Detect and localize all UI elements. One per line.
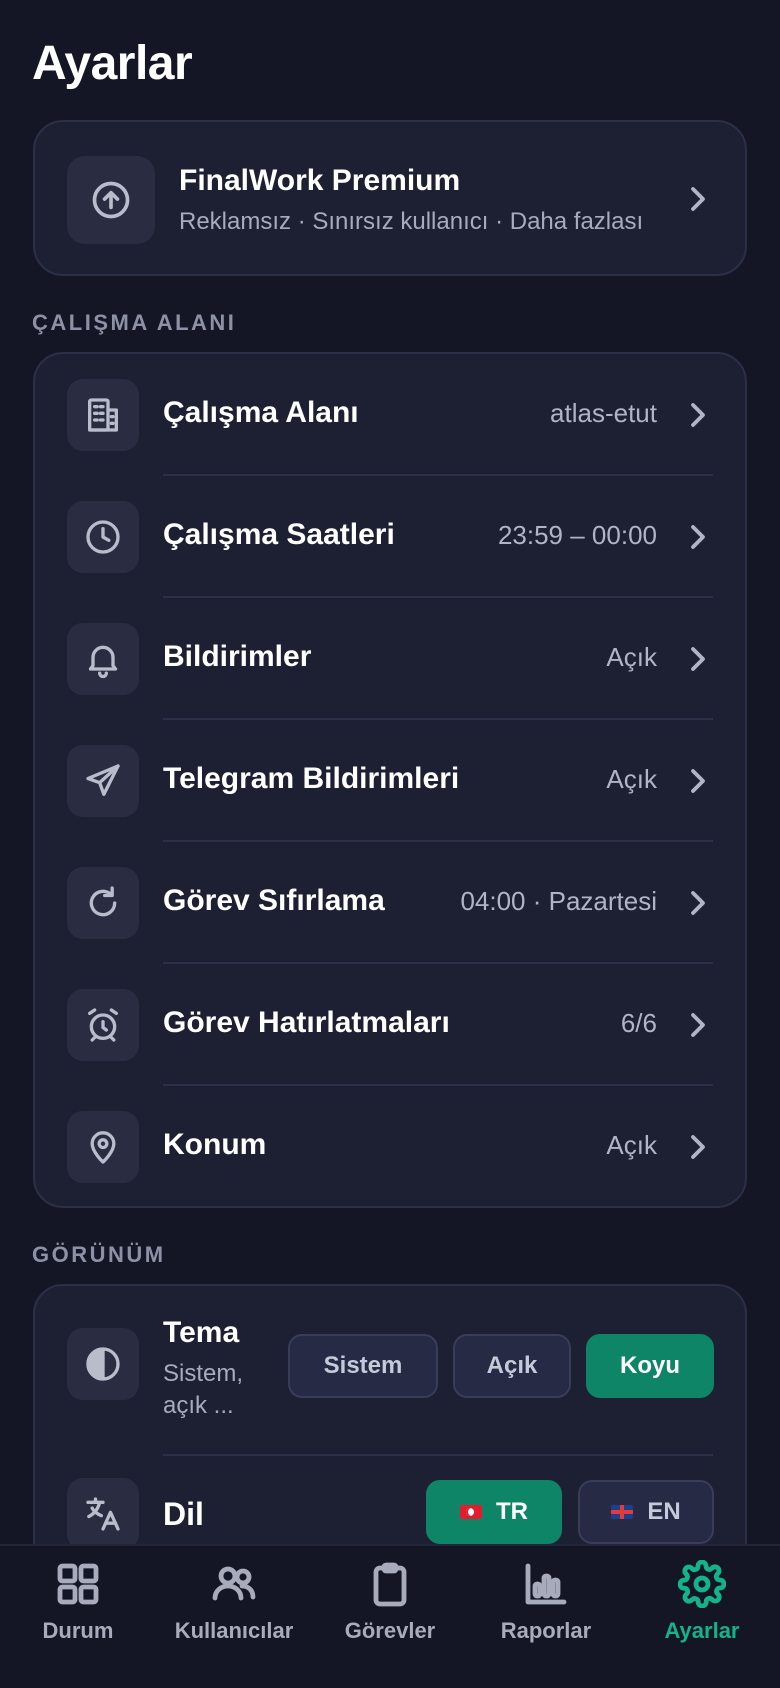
grid-icon [57, 1563, 99, 1605]
send-icon [67, 745, 139, 817]
refresh-icon [67, 867, 139, 939]
tab-gorevler[interactable]: Görevler [312, 1560, 468, 1660]
chevron-right-icon [687, 1010, 709, 1037]
settings-row-location[interactable]: Konum Açık [35, 1086, 745, 1208]
bar-chart-icon [525, 1563, 567, 1605]
arrow-up-circle-icon [67, 156, 155, 244]
settings-row-workspace[interactable]: Çalışma Alanı atlas-etut [35, 354, 745, 476]
section-label-appearance: GÖRÜNÜM [32, 1242, 166, 1267]
theme-option-light[interactable]: Açık [453, 1334, 571, 1398]
language-option-tr[interactable]: TR [426, 1480, 562, 1544]
tab-ayarlar[interactable]: Ayarlar [624, 1560, 780, 1660]
language-option-label: EN [647, 1498, 681, 1525]
building-icon [67, 379, 139, 451]
settings-row-task-reset[interactable]: Görev Sıfırlama 04:00 · Pazartesi [35, 842, 745, 964]
turkey-flag-icon [460, 1505, 482, 1519]
bell-icon [67, 623, 139, 695]
row-label: Görev Hatırlatmaları [163, 1006, 450, 1039]
alarm-clock-icon [67, 989, 139, 1061]
premium-subtitle: Reklamsız · Sınırsız kullanıcı · Daha fa… [179, 208, 644, 235]
chevron-right-icon [687, 766, 709, 793]
uk-flag-icon [611, 1505, 634, 1519]
row-value: 23:59 – 00:00 [497, 520, 657, 550]
row-value: 6/6 [620, 1008, 657, 1038]
settings-row-theme: Tema Sistem, açık ... Sistem Açık Koyu [35, 1286, 745, 1456]
clock-icon [67, 501, 139, 573]
theme-title: Tema [163, 1316, 240, 1349]
settings-row-working-hours[interactable]: Çalışma Saatleri 23:59 – 00:00 [35, 476, 745, 598]
row-value: Açık [606, 1130, 657, 1160]
row-value: Açık [606, 642, 657, 672]
row-label: Bildirimler [163, 640, 312, 673]
row-label: Çalışma Alanı [163, 396, 359, 429]
language-option-label: TR [496, 1498, 528, 1525]
settings-row-task-reminders[interactable]: Görev Hatırlatmaları 6/6 [35, 964, 745, 1086]
bottom-tab-bar: Durum Kullanıcılar Görevler Raporlar Aya… [0, 1544, 780, 1688]
users-icon [212, 1566, 256, 1601]
premium-title: FinalWork Premium [179, 164, 461, 197]
row-label: Çalışma Saatleri [163, 518, 395, 551]
contrast-icon [67, 1328, 139, 1400]
tab-label: Kullanıcılar [174, 1618, 294, 1643]
settings-row-telegram[interactable]: Telegram Bildirimleri Açık [35, 720, 745, 842]
tab-kullanicilar[interactable]: Kullanıcılar [156, 1560, 312, 1660]
tab-label: Raporlar [500, 1618, 592, 1643]
chevron-right-icon [687, 644, 709, 671]
gear-icon [678, 1560, 726, 1608]
row-value: atlas-etut [550, 398, 657, 428]
tab-label: Ayarlar [664, 1618, 740, 1643]
chevron-right-icon [687, 522, 709, 549]
theme-option-system[interactable]: Sistem [288, 1334, 438, 1398]
settings-row-notifications[interactable]: Bildirimler Açık [35, 598, 745, 720]
row-label: Görev Sıfırlama [163, 884, 385, 917]
clipboard-icon [373, 1562, 407, 1607]
page-title: Ayarlar [32, 37, 193, 90]
theme-option-dark[interactable]: Koyu [586, 1334, 714, 1398]
language-option-en[interactable]: EN [578, 1480, 714, 1544]
premium-card[interactable]: FinalWork Premium Reklamsız · Sınırsız k… [33, 120, 747, 276]
row-value: 04:00 · Pazartesi [460, 886, 657, 916]
chevron-right-icon [687, 400, 709, 427]
tab-label: Görevler [344, 1618, 436, 1643]
workspace-settings-card: Çalışma Alanı atlas-etut Çalışma Saatler… [33, 352, 747, 1208]
chevron-right-icon [687, 184, 709, 211]
language-title: Dil [163, 1496, 204, 1532]
translate-icon [67, 1478, 139, 1550]
theme-subtitle: Sistem, açık ... [163, 1360, 244, 1419]
chevron-right-icon [687, 1132, 709, 1159]
tab-raporlar[interactable]: Raporlar [468, 1560, 624, 1660]
row-label: Konum [163, 1128, 267, 1161]
row-label: Telegram Bildirimleri [163, 762, 460, 795]
map-pin-icon [67, 1111, 139, 1183]
tab-label: Durum [42, 1618, 114, 1643]
tab-durum[interactable]: Durum [0, 1560, 156, 1660]
chevron-right-icon [687, 888, 709, 915]
row-value: Açık [606, 764, 657, 794]
section-label-workspace: ÇALIŞMA ALANI [32, 310, 237, 335]
